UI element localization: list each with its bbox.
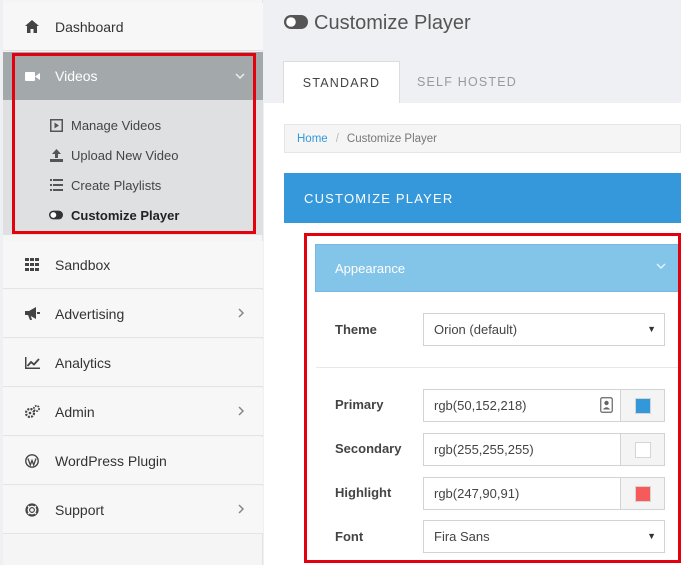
breadcrumb-home-link[interactable]: Home [297,133,328,145]
toggle-icon [49,208,63,222]
highlight-color-input[interactable]: rgb(247,90,91) [423,477,621,510]
primary-color-value: rgb(50,152,218) [434,398,527,413]
primary-label: Primary [335,397,384,412]
sidebar-item-label: WordPress Plugin [55,452,167,469]
submenu-item-label: Customize Player [71,207,180,223]
upload-icon [49,148,63,162]
theme-label: Theme [335,322,377,337]
sidebar-item-admin[interactable]: Admin [3,388,263,436]
grid-icon [23,256,41,274]
highlight-color-swatch [634,485,651,502]
chevron-down-icon [235,69,245,83]
chevron-down-icon [656,261,666,273]
sidebar-item-label: Analytics [55,354,112,371]
breadcrumb: Home / Customize Player [284,124,681,153]
sidebar-item-label: Admin [55,403,95,420]
caret-down-icon: ▼ [647,531,656,541]
tab-bar: STANDARD SELF HOSTED [264,61,681,103]
sidebar-item-label: Sandbox [55,256,111,273]
font-select[interactable]: Fira Sans ▼ [423,520,665,553]
contact-card-icon[interactable] [600,397,613,413]
megaphone-icon [23,305,41,323]
sidebar-item-analytics[interactable]: Analytics [3,339,263,387]
sidebar-item-wordpress-plugin[interactable]: WordPress Plugin [3,437,263,485]
toggle-icon [284,12,308,35]
sidebar-item-label: Advertising [55,305,125,322]
submenu-item-label: Manage Videos [71,117,162,133]
breadcrumb-separator: / [335,132,339,145]
submenu-item-create-playlists[interactable]: Create Playlists [49,175,161,195]
primary-color-swatch [634,397,651,414]
page-title: Customize Player [284,12,471,35]
breadcrumb-current: Customize Player [346,132,438,145]
divider [316,367,681,368]
accordion-title: Appearance [335,260,406,276]
list-icon [49,178,63,192]
wordpress-icon [23,452,41,470]
secondary-color-value: rgb(255,255,255) [434,442,534,457]
gears-icon [23,403,41,421]
sidebar-item-label: Dashboard [55,18,124,35]
chevron-right-icon [238,405,245,419]
sidebar-item-videos[interactable]: Videos [3,52,263,100]
sidebar-item-label: Support [55,501,105,518]
video-camera-icon [23,67,41,85]
highlight-color-swatch-button[interactable] [620,477,665,510]
secondary-color-input[interactable]: rgb(255,255,255) [423,433,621,466]
primary-color-input[interactable]: rgb(50,152,218) [423,389,621,422]
sidebar-item-sandbox[interactable]: Sandbox [3,241,263,289]
font-select-value: Fira Sans [434,529,490,544]
highlight-label: Highlight [335,485,392,500]
lifebuoy-icon [23,501,41,519]
submenu-item-customize-player[interactable]: Customize Player [49,205,179,225]
sidebar-item-advertising[interactable]: Advertising [3,290,263,338]
sidebar-item-support[interactable]: Support [3,486,263,534]
theme-select[interactable]: Orion (default) ▼ [423,313,665,346]
highlight-color-value: rgb(247,90,91) [434,486,520,501]
secondary-color-swatch [634,441,651,458]
submenu-item-upload-new-video[interactable]: Upload New Video [49,145,178,165]
videos-submenu: Manage Videos Upload New Video Create Pl… [3,100,263,235]
sidebar: Dashboard Videos Manage Videos Upload Ne… [3,0,263,565]
secondary-label: Secondary [335,441,402,456]
tab-self-hosted[interactable]: SELF HOSTED [412,61,522,103]
sidebar-item-dashboard[interactable]: Dashboard [3,3,263,51]
home-icon [23,18,41,36]
submenu-item-label: Upload New Video [71,147,179,163]
accordion-header-appearance[interactable]: Appearance [315,244,681,292]
font-label: Font [335,529,364,544]
caret-down-icon: ▼ [647,324,656,334]
tab-standard[interactable]: STANDARD [283,61,400,103]
submenu-item-manage-videos[interactable]: Manage Videos [49,115,161,135]
sidebar-item-label: Videos [55,68,98,84]
line-chart-icon [23,354,41,372]
page-title-text: Customize Player [314,12,471,34]
panel-header: CUSTOMIZE PLAYER [284,173,681,223]
secondary-color-swatch-button[interactable] [620,433,665,466]
play-square-icon [49,118,63,132]
submenu-item-label: Create Playlists [71,177,162,193]
chevron-right-icon [238,307,245,321]
theme-select-value: Orion (default) [434,322,518,337]
chevron-right-icon [238,503,245,517]
primary-color-swatch-button[interactable] [620,389,665,422]
panel-title: CUSTOMIZE PLAYER [304,190,454,206]
